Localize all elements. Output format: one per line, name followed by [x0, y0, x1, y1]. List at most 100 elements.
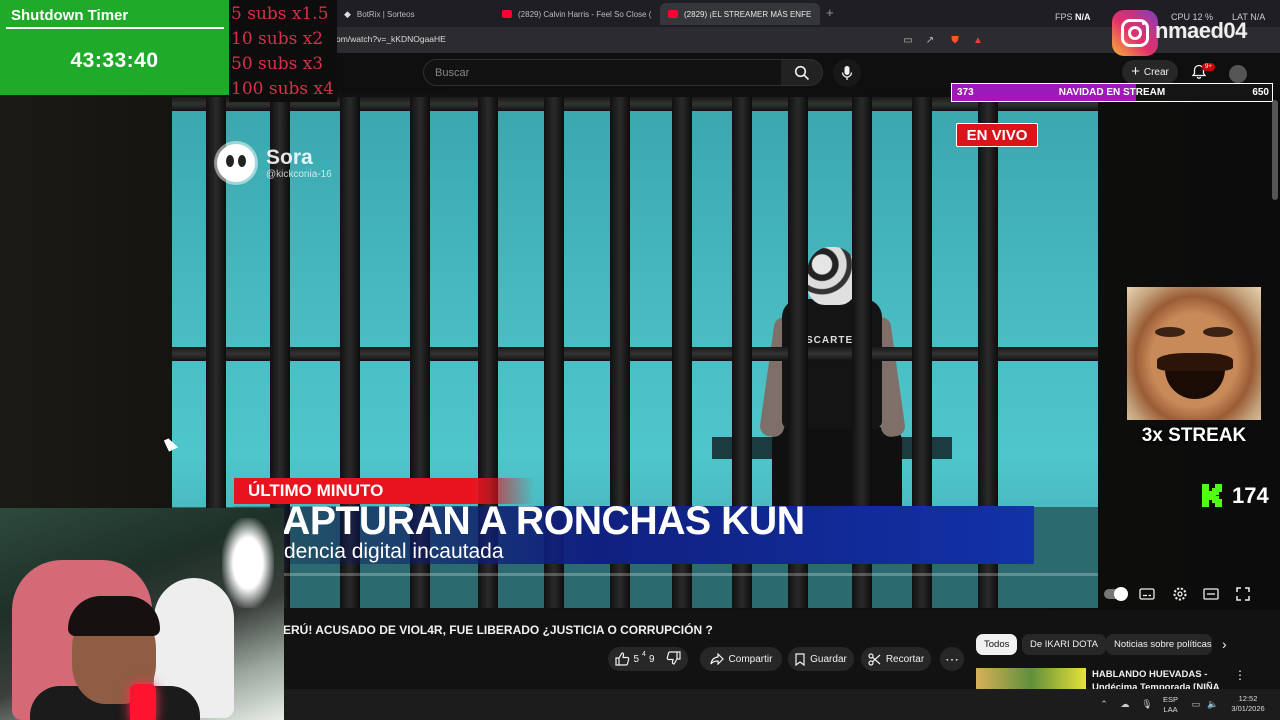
subtitles-icon[interactable]: [1138, 586, 1156, 602]
subs-multiplier-list: 5 subs x1.5 10 subs x2 50 subs x3 100 su…: [229, 0, 337, 102]
instagram-icon: [1112, 10, 1158, 56]
sora-text: Sora @kickconia-16: [266, 145, 332, 180]
network-icon[interactable]: ▭: [1190, 698, 1202, 710]
subs-multiplier-row: 10 subs x2: [231, 29, 324, 49]
recommendation-title[interactable]: HABLANDO HUEVADAS -: [1092, 669, 1207, 680]
prisoner-head: [807, 247, 857, 305]
screen: ◆ BotRix | Sorteos (2829) Calvin Harris …: [0, 0, 1280, 720]
clip-button[interactable]: Recortar: [861, 647, 931, 671]
search-button[interactable]: [781, 59, 823, 86]
webcam-red-light: [130, 684, 156, 720]
brave-shield-icon[interactable]: ⛊: [948, 33, 962, 47]
instagram-icon-dot: [1142, 22, 1145, 25]
like-count-superscript: 4: [642, 650, 646, 658]
chip-ikari-dota[interactable]: De IKARI DOTA: [1022, 634, 1106, 655]
video-player[interactable]: SCARTE Sora @kickconia-16 EN VIVO ÚLTIMO…: [172, 97, 1098, 608]
instagram-icon-lens: [1128, 26, 1142, 40]
more-actions-button[interactable]: ⋯: [940, 647, 964, 671]
dislike-button[interactable]: [666, 650, 681, 668]
notification-count-badge: 9+: [1202, 63, 1215, 71]
volume-icon[interactable]: 🔈: [1207, 698, 1219, 710]
instagram-handle: nmaed04: [1155, 18, 1247, 43]
goal-progress-bar: NAVIDAD EN STREAM 373 650: [951, 83, 1273, 102]
language-indicator[interactable]: ESP LAA: [1163, 695, 1178, 715]
chip-politics-news[interactable]: Noticias sobre políticas: [1106, 634, 1212, 655]
recommendation-menu-icon[interactable]: ⋮: [1234, 668, 1246, 682]
like-count: 5: [633, 653, 640, 665]
recommendation-thumbnail[interactable]: [976, 668, 1086, 690]
language-top: ESP: [1163, 695, 1179, 704]
share-icon[interactable]: ↗: [923, 33, 937, 47]
tab-calvin-harris[interactable]: (2829) Calvin Harris - Feel So Close (: [494, 3, 654, 25]
create-button[interactable]: + Crear: [1122, 60, 1178, 84]
fps-readout: FPS N/A: [1055, 12, 1091, 22]
sora-name: Sora: [266, 145, 313, 169]
streak-label: 3x STREAK: [1141, 425, 1247, 446]
laughing-man-emote: [1127, 287, 1261, 420]
clock-date: 3/01/2026: [1231, 704, 1265, 713]
shutdown-timer-widget: Shutdown Timer 43:33:40: [0, 0, 229, 95]
video-title: ERÚ! ACUSADO DE VIOL4R, FUE LIBERADO ¿JU…: [283, 623, 713, 637]
like-count-tail: 9: [648, 653, 655, 665]
language-bottom: LAA: [1163, 705, 1178, 714]
thumbs-down-icon: [666, 650, 681, 665]
headline-text: APTURAN A RONCHAS KUN: [282, 499, 805, 543]
clock-time: 12:52: [1238, 694, 1258, 703]
save-button[interactable]: Guardar: [788, 647, 854, 671]
settings-gear-icon[interactable]: [1171, 586, 1189, 602]
emote-right-eye: [1203, 327, 1233, 337]
tab-label: BotRix | Sorteos: [356, 9, 415, 19]
sora-handle: @kickconia-16: [266, 168, 332, 180]
chevron-right-icon[interactable]: ›: [1222, 636, 1227, 652]
theater-mode-icon[interactable]: [1202, 586, 1220, 602]
search-input[interactable]: Buscar: [423, 59, 782, 86]
timer-title: Shutdown Timer: [11, 7, 129, 24]
cell-bar-horizontal: [172, 347, 1098, 361]
screen-cast-icon[interactable]: ▭: [901, 33, 915, 47]
kick-viewer-count: 174: [1232, 483, 1269, 508]
webcam-feed: [0, 508, 284, 720]
goal-target: 650: [1252, 87, 1269, 98]
autoplay-toggle[interactable]: [1104, 587, 1128, 601]
tab-label: (2829) ¡EL STREAMER MÁS ENFE: [684, 9, 812, 19]
scissors-icon: [868, 652, 881, 666]
brave-rewards-icon[interactable]: ▲: [971, 33, 985, 47]
create-label: Crear: [1143, 66, 1169, 78]
lat-value: N/A: [1250, 12, 1266, 22]
share-button[interactable]: Compartir: [700, 647, 782, 671]
microphone-tray-icon[interactable]: 🎙: [1141, 698, 1153, 710]
video-progress-bar[interactable]: [172, 573, 1098, 576]
plus-icon: +: [1131, 63, 1140, 80]
like-button[interactable]: 5 4 9: [615, 650, 655, 666]
thumbs-up-icon: [615, 652, 630, 666]
account-avatar[interactable]: [1229, 65, 1247, 83]
subs-multiplier-row: 50 subs x3: [231, 54, 324, 74]
tab-streamer-active[interactable]: (2829) ¡EL STREAMER MÁS ENFE ✕: [660, 3, 820, 25]
bookmark-icon: [795, 652, 805, 666]
share-arrow-icon: [709, 653, 724, 665]
like-dislike-group: 5 4 9: [608, 647, 688, 671]
clip-label: Recortar: [885, 653, 925, 665]
tab-botrix[interactable]: ◆ BotRix | Sorteos: [336, 3, 486, 25]
save-label: Guardar: [810, 653, 847, 665]
emote-mustache: [1157, 353, 1233, 371]
webcam-light-glare: [222, 518, 274, 608]
voice-search-button[interactable]: [833, 59, 861, 87]
tray-chevron-up-icon[interactable]: ⌃: [1098, 698, 1110, 710]
shirt-logo: SCARTE: [806, 335, 854, 346]
tab-label: (2829) Calvin Harris - Feel So Close (: [518, 9, 652, 19]
new-tab-button[interactable]: +: [826, 5, 834, 20]
webcam-hair: [68, 596, 160, 636]
timer-divider: [6, 27, 224, 29]
url-field[interactable]: om/watch?v=_kKDNOgaaHE: [336, 34, 446, 44]
page-scrollbar[interactable]: [1272, 100, 1278, 200]
chip-all[interactable]: Todos: [976, 634, 1018, 655]
timer-value: 43:33:40: [70, 49, 159, 72]
fps-value: N/A: [1075, 12, 1091, 22]
clock[interactable]: 12:52 3/01/2026: [1228, 694, 1268, 714]
cloud-icon[interactable]: ☁: [1119, 698, 1131, 710]
botrix-icon: ◆: [344, 8, 351, 19]
fullscreen-icon[interactable]: [1234, 586, 1252, 602]
fps-label: FPS: [1055, 12, 1073, 22]
headline-subtext: dencia digital incautada: [284, 540, 504, 563]
